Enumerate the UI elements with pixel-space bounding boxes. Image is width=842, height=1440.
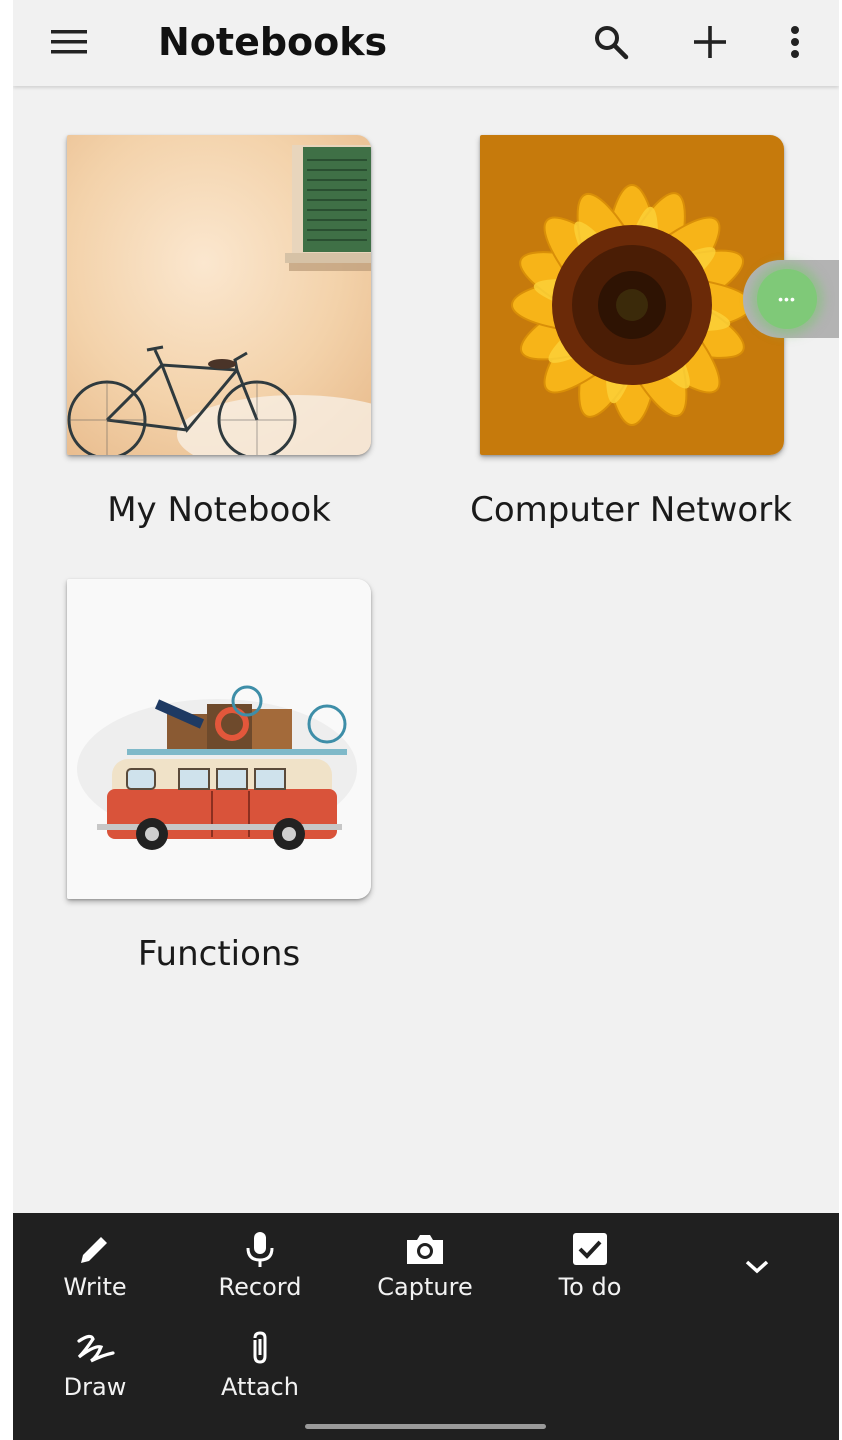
more-vertical-icon[interactable] — [771, 18, 819, 66]
search-icon[interactable] — [587, 18, 635, 66]
notebook-computer-network[interactable]: Computer Network — [445, 135, 817, 535]
notebook-title: Functions — [137, 934, 301, 974]
microphone-icon — [185, 1229, 335, 1269]
tool-label: To do — [558, 1273, 622, 1301]
record-button[interactable]: Record — [185, 1229, 335, 1301]
checkbox-icon — [515, 1229, 665, 1269]
sunflower-cover-image — [480, 135, 784, 455]
screen: Notebooks My Notebook Computer Network F… — [13, 0, 839, 1440]
camera-icon — [350, 1229, 500, 1269]
tool-label: Record — [218, 1273, 302, 1301]
app-bar: Notebooks — [13, 0, 839, 86]
tool-label: Draw — [63, 1373, 127, 1401]
plus-icon[interactable] — [686, 18, 734, 66]
bicycle-cover-image — [67, 135, 371, 455]
scribble-icon — [20, 1329, 170, 1369]
paperclip-icon — [185, 1329, 335, 1369]
tool-label: Capture — [377, 1273, 473, 1301]
notebook-title: My Notebook — [107, 490, 331, 530]
attach-button[interactable]: Attach — [185, 1329, 335, 1401]
page-title: Notebooks — [158, 20, 388, 64]
floating-assist-handle[interactable]: ••• — [743, 260, 839, 338]
tool-label: Write — [63, 1273, 127, 1301]
notebook-functions[interactable]: Functions — [33, 579, 405, 979]
chevron-down-icon[interactable] — [731, 1247, 783, 1287]
home-indicator[interactable] — [305, 1424, 546, 1429]
bottom-quick-actions: Write Record Capture To do Draw Attach — [13, 1213, 839, 1440]
pencil-icon — [20, 1229, 170, 1269]
more-horizontal-icon: ••• — [757, 269, 817, 329]
tool-label: Attach — [221, 1373, 299, 1401]
notebook-my-notebook[interactable]: My Notebook — [33, 135, 405, 535]
capture-button[interactable]: Capture — [350, 1229, 500, 1301]
notebook-title: Computer Network — [470, 490, 792, 530]
camper-van-cover-image — [67, 579, 371, 899]
hamburger-menu-icon[interactable] — [45, 18, 93, 66]
write-button[interactable]: Write — [20, 1229, 170, 1301]
todo-button[interactable]: To do — [515, 1229, 665, 1301]
draw-button[interactable]: Draw — [20, 1329, 170, 1401]
